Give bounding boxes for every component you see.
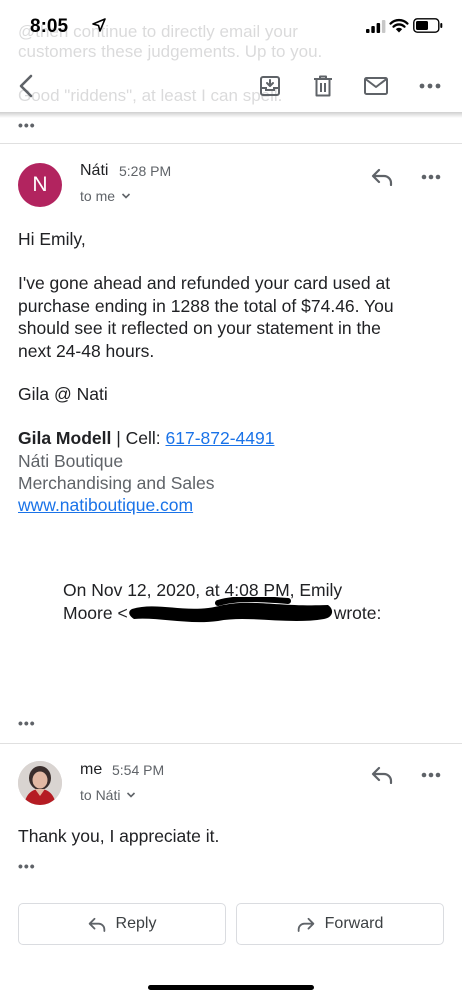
website-link-container: www.natiboutique.com [18,494,193,517]
forward-action-button[interactable]: Forward [236,903,444,945]
sender-name: me [80,761,103,778]
top-toolbar [0,60,462,112]
recipient-text: to me [80,188,116,204]
wifi-icon [389,19,409,33]
reply-icon [88,917,105,932]
message-divider [0,743,462,744]
show-trimmed-content-button[interactable]: ••• [18,859,36,873]
home-indicator[interactable] [148,985,314,990]
show-trimmed-content-button[interactable]: ••• [18,118,36,132]
profile-photo-icon [18,761,62,805]
email-greeting: Hi Emily, [18,229,86,249]
previous-message-text: @then continue to directly email your [18,22,298,41]
mark-unread-button[interactable] [360,70,392,102]
message-divider [0,143,462,144]
paragraph-line: purchase ending in 1288 the total of $74… [18,295,394,316]
archive-button[interactable] [254,70,286,102]
trash-icon [314,75,332,97]
quoted-name: Moore < [63,602,128,623]
back-arrow-icon [19,74,33,98]
paragraph-line: next 24-48 hours. [18,340,155,361]
recipient-details-toggle[interactable]: to me [80,188,131,204]
back-button[interactable] [10,70,42,102]
reply-action-button[interactable]: Reply [18,903,226,945]
mail-icon [364,77,388,95]
signature-department: Merchandising and Sales [18,473,215,493]
paragraph-line: should see it reflected on your statemen… [18,318,381,338]
more-horizontal-icon [421,174,441,180]
website-link[interactable]: www.natiboutique.com [18,495,193,515]
delete-button[interactable] [307,70,339,102]
cellular-signal-icon [366,20,386,33]
redaction-scribble [129,597,333,623]
recipient-details-toggle[interactable]: to Náti [80,787,136,803]
phone-link[interactable]: 617-872-4491 [166,428,275,448]
message-more-button[interactable] [416,760,446,790]
email-signoff: Gila @ Nati [18,384,108,404]
battery-icon [413,18,443,33]
archive-icon [260,76,280,96]
show-quoted-text-button[interactable]: ••• [18,716,36,730]
signature-company: Náti Boutique [18,451,124,471]
quoted-wrote: wrote: [333,602,382,623]
reply-button[interactable] [367,760,397,790]
sender-avatar[interactable]: N [18,163,62,207]
more-options-button[interactable] [414,70,446,102]
reply-button[interactable] [367,162,397,192]
message-more-button[interactable] [416,162,446,192]
toolbar-shadow [0,112,462,118]
message-time: 5:54 PM [112,762,165,778]
reply-label: Reply [115,915,157,932]
paragraph-line: I've gone ahead and refunded your card u… [18,273,391,293]
reply-icon [371,168,393,186]
more-horizontal-icon [421,772,441,778]
user-avatar[interactable] [18,761,62,805]
previous-message-text: customers these judgements. Up to you. [18,42,323,61]
more-horizontal-icon [419,83,441,89]
recipient-text: to Náti [80,787,121,803]
signature-separator: | Cell: [111,428,166,448]
signature-name: Gila Modell [18,428,112,448]
forward-label: Forward [324,915,384,932]
sender-name: Náti [80,162,109,179]
message-time: 5:28 PM [119,163,172,179]
email-paragraph: I've gone ahead and refunded your card u… [18,272,438,362]
chevron-down-icon [127,792,136,798]
reply-body: Thank you, I appreciate it. [18,826,220,846]
forward-icon [297,917,314,932]
signature-line: Gila Modell | Cell: 617-872-4491 [18,427,274,450]
reply-icon [371,766,393,784]
avatar-letter: N [32,173,48,196]
chevron-down-icon [121,193,131,199]
